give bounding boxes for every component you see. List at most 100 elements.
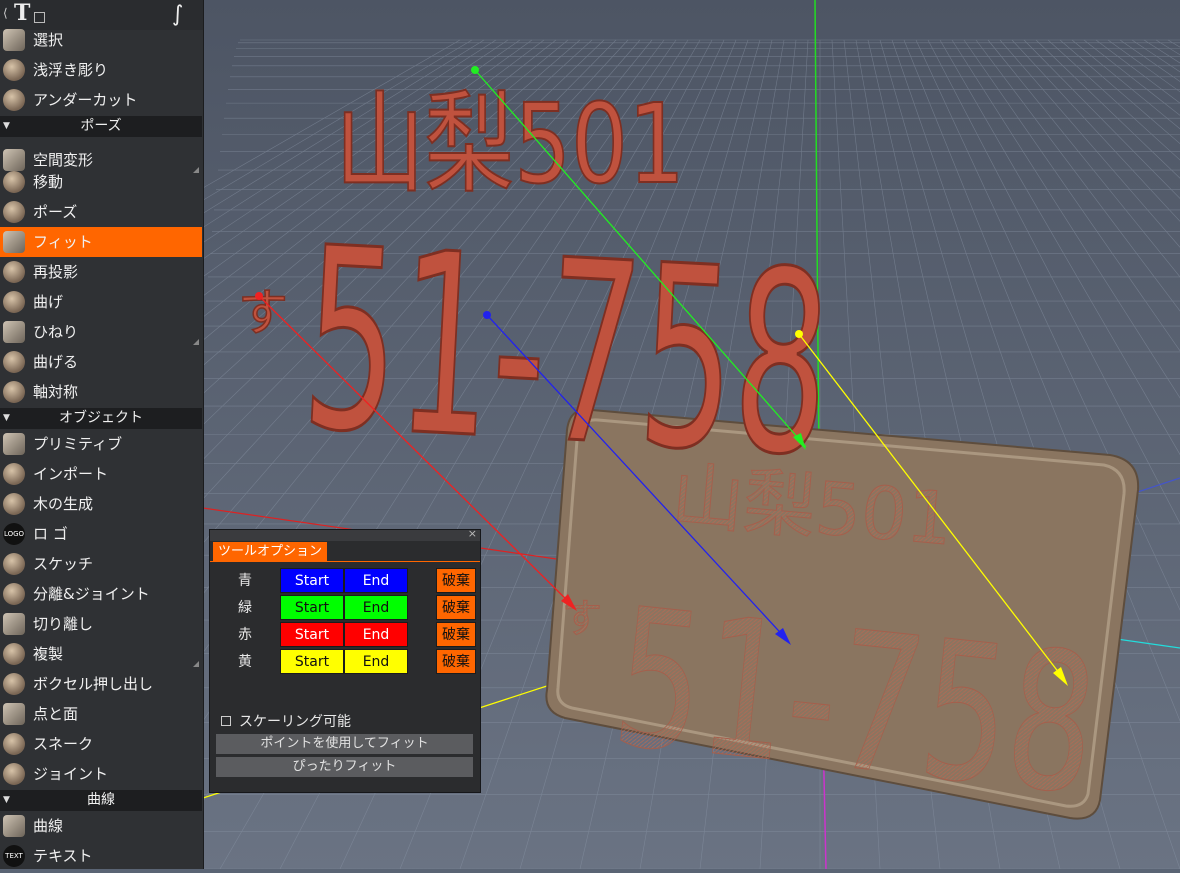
yellow-start-point[interactable] — [795, 330, 803, 338]
text-frame-icon[interactable] — [34, 12, 45, 23]
sidebar-item-split-joint[interactable]: 分離&ジョイント — [0, 579, 202, 609]
sidebar-item-pose[interactable]: ポーズ — [0, 197, 202, 227]
tree-icon — [3, 493, 25, 515]
sidebar-item-reproject[interactable]: 再投影 — [0, 257, 202, 287]
section-collapse-icon[interactable]: ▼ — [3, 408, 10, 429]
discard-button[interactable]: 破棄 — [436, 622, 476, 647]
fit-icon — [3, 231, 25, 253]
sidebar-item-sketch[interactable]: スケッチ — [0, 549, 202, 579]
sidebar-item-point-plane[interactable]: 点と面 — [0, 699, 202, 729]
start-button[interactable]: Start — [280, 595, 344, 620]
blue-start-point[interactable] — [483, 311, 491, 319]
start-button[interactable]: Start — [280, 649, 344, 674]
collapse-left-icon[interactable]: ⟨ — [3, 6, 8, 20]
discard-button[interactable]: 破棄 — [436, 649, 476, 674]
tool-options-panel: × ツールオプション 青 Start End 破棄緑 Start End 破棄赤 Start E… — [209, 527, 481, 793]
sidebar-item-bas-relief[interactable]: 浅浮き彫り — [0, 55, 202, 85]
end-button[interactable]: End — [344, 568, 408, 593]
reproject-icon — [3, 261, 25, 283]
sidebar-item-label: ボクセル押し出し — [33, 675, 154, 693]
sidebar-item-import[interactable]: インポート — [0, 459, 202, 489]
green-start-point[interactable] — [471, 66, 479, 74]
scaling-checkbox[interactable] — [221, 716, 231, 726]
section-collapse-icon[interactable]: ▼ — [3, 116, 10, 137]
warp-icon — [3, 351, 25, 373]
sidebar-item-move[interactable]: 移動 — [0, 167, 202, 197]
twist-icon — [3, 321, 25, 343]
voxel-extrude-icon — [3, 673, 25, 695]
sidebar-item-joint[interactable]: ジョイント — [0, 759, 202, 789]
end-button[interactable]: End — [344, 622, 408, 647]
primitive-icon — [3, 433, 25, 455]
sidebar-item-label: ポーズ — [33, 203, 78, 221]
sketch-icon — [3, 553, 25, 575]
sidebar-item-cut[interactable]: 切り離し — [0, 609, 202, 639]
tool-options-body: 青 Start End 破棄緑 Start End 破棄赤 Start End 破棄黄 Start E… — [210, 561, 480, 793]
sidebar-item-label: 複製 — [33, 645, 64, 663]
sidebar-item-undercut[interactable]: アンダーカット — [0, 85, 202, 115]
scaling-option[interactable]: スケーリング可能 — [220, 712, 470, 732]
axis-symmetry-icon — [3, 381, 25, 403]
sidebar-item-label: テキスト — [33, 847, 93, 865]
sidebar-item-curve[interactable]: 曲線 — [0, 811, 202, 841]
sidebar-item-logo[interactable]: LOGO ロ ゴ — [0, 519, 202, 549]
curve-stroke-icon[interactable]: ∫ — [172, 2, 183, 27]
sidebar-item-label: アンダーカット — [33, 91, 138, 109]
point-plane-icon — [3, 703, 25, 725]
duplicate-icon — [3, 643, 25, 665]
sidebar-item-label: スネーク — [33, 735, 94, 753]
logo-icon: LOGO — [3, 523, 25, 545]
panel-titlebar[interactable]: × — [210, 527, 480, 541]
fit-row: 赤 Start End 破棄 — [210, 622, 480, 648]
close-icon[interactable]: × — [468, 527, 477, 540]
split-joint-icon — [3, 583, 25, 605]
sidebar-item-fit[interactable]: フィット — [0, 227, 202, 257]
fit-with-points-button[interactable]: ポイントを使用してフィット — [216, 734, 473, 754]
sidebar-item-twist[interactable]: ひねり — [0, 317, 202, 347]
sidebar-item-label: インポート — [33, 465, 109, 483]
start-button[interactable]: Start — [280, 622, 344, 647]
sidebar-item-duplicate[interactable]: 複製 — [0, 639, 202, 669]
sidebar-section-1[interactable]: ▼ オブジェクト — [0, 408, 202, 429]
sidebar-item-axis-symmetry[interactable]: 軸対称 — [0, 377, 202, 407]
sidebar-item-label: ロ ゴ — [33, 525, 68, 543]
sidebar-item-label: 切り離し — [33, 615, 94, 633]
sidebar-item-label: 軸対称 — [33, 383, 79, 401]
sidebar-section-2[interactable]: ▼ 曲線 — [0, 790, 202, 811]
sidebar-section-0[interactable]: ▼ ポーズ — [0, 116, 202, 137]
curve-icon — [3, 815, 25, 837]
sidebar-item-voxel-extrude[interactable]: ボクセル押し出し — [0, 669, 202, 699]
sidebar-item-label: 曲線 — [33, 817, 64, 835]
end-button[interactable]: End — [344, 595, 408, 620]
end-button[interactable]: End — [344, 649, 408, 674]
sidebar-item-primitive[interactable]: プリミティブ — [0, 429, 202, 459]
start-button[interactable]: Start — [280, 568, 344, 593]
section-collapse-icon[interactable]: ▼ — [3, 790, 10, 811]
fit-row: 青 Start End 破棄 — [210, 568, 480, 594]
sidebar-item-bend[interactable]: 曲げ — [0, 287, 202, 317]
fit-row: 黄 Start End 破棄 — [210, 649, 480, 675]
text-tool-icon[interactable]: T — [14, 0, 30, 26]
sidebar-item-label: プリミティブ — [33, 435, 123, 453]
sidebar-item-warp[interactable]: 曲げる — [0, 347, 202, 377]
fit-row: 緑 Start End 破棄 — [210, 595, 480, 621]
snug-fit-button[interactable]: ぴったりフィット — [216, 757, 473, 777]
red-start-point[interactable] — [255, 292, 263, 300]
sidebar-item-text[interactable]: TEXT テキスト — [0, 841, 202, 869]
bend-icon — [3, 291, 25, 313]
color-label: 黄 — [238, 654, 252, 670]
discard-button[interactable]: 破棄 — [436, 568, 476, 593]
tool-options-tab[interactable]: ツールオプション — [213, 542, 328, 561]
sidebar-item-tree[interactable]: 木の生成 — [0, 489, 202, 519]
sidebar-item-label: ひねり — [33, 323, 79, 341]
select-icon — [3, 29, 25, 51]
color-label: 赤 — [238, 627, 252, 643]
sidebar-item-label: スケッチ — [33, 555, 94, 573]
sidebar-item-select[interactable]: 選択 — [0, 25, 202, 55]
sidebar-item-snake[interactable]: スネーク — [0, 729, 202, 759]
submenu-indicator-icon — [193, 339, 199, 345]
floating-number-text: 51-758 — [297, 193, 837, 511]
discard-button[interactable]: 破棄 — [436, 595, 476, 620]
floating-kana-text: す — [238, 284, 288, 342]
sidebar-item-label: 木の生成 — [33, 495, 94, 513]
